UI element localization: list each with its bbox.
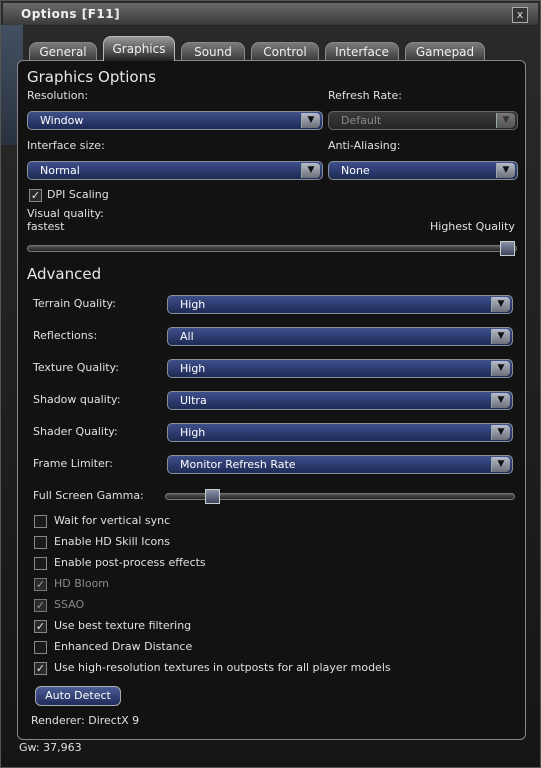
chevron-down-icon: ▼ xyxy=(491,457,510,472)
texture-filtering-label: Use best texture filtering xyxy=(54,619,192,632)
visual-quality-min-label: fastest xyxy=(27,220,65,233)
hd-bloom-checkbox: ✓ xyxy=(34,578,47,591)
resolution-dropdown[interactable]: Window ▼ xyxy=(27,111,323,130)
chevron-down-icon: ▼ xyxy=(491,393,510,408)
auto-detect-button[interactable]: Auto Detect xyxy=(35,686,121,706)
terrain-quality-label: Terrain Quality: xyxy=(33,297,116,310)
draw-distance-label: Enhanced Draw Distance xyxy=(54,640,193,653)
shader-quality-dropdown[interactable]: High ▼ xyxy=(167,423,513,442)
visual-quality-slider[interactable] xyxy=(27,245,517,252)
graphics-heading: Graphics Options xyxy=(27,68,156,86)
window-title: Options [F11] xyxy=(21,7,121,21)
interface-size-dropdown[interactable]: Normal ▼ xyxy=(27,161,323,180)
shadow-quality-label: Shadow quality: xyxy=(33,393,121,406)
texture-quality-dropdown[interactable]: High ▼ xyxy=(167,359,513,378)
reflections-value: All xyxy=(180,330,194,343)
gold-amount: Gw: 37,963 xyxy=(19,741,82,754)
anti-aliasing-label: Anti-Aliasing: xyxy=(328,139,401,152)
close-icon[interactable]: x xyxy=(512,7,528,23)
refresh-rate-value: Default xyxy=(341,114,382,127)
hd-skill-icons-checkbox[interactable] xyxy=(34,536,47,549)
chevron-down-icon: ▼ xyxy=(301,113,320,128)
chevron-down-icon: ▼ xyxy=(491,425,510,440)
vsync-checkbox[interactable] xyxy=(34,515,47,528)
anti-aliasing-dropdown[interactable]: None ▼ xyxy=(328,161,518,180)
anti-aliasing-value: None xyxy=(341,164,370,177)
texture-quality-value: High xyxy=(180,362,206,375)
visual-quality-max-label: Highest Quality xyxy=(430,220,515,233)
terrain-quality-dropdown[interactable]: High ▼ xyxy=(167,295,513,314)
tab-gamepad[interactable]: Gamepad xyxy=(405,42,485,60)
reflections-dropdown[interactable]: All ▼ xyxy=(167,327,513,346)
ssao-label: SSAO xyxy=(54,598,85,611)
post-process-checkbox[interactable] xyxy=(34,557,47,570)
draw-distance-checkbox[interactable] xyxy=(34,641,47,654)
tab-graphics[interactable]: Graphics xyxy=(103,36,175,61)
options-window: Options [F11] x General Graphics Sound C… xyxy=(0,0,541,768)
shadow-quality-dropdown[interactable]: Ultra ▼ xyxy=(167,391,513,410)
interface-size-value: Normal xyxy=(40,164,80,177)
hd-skill-icons-label: Enable HD Skill Icons xyxy=(54,535,170,548)
dpi-scaling-label: DPI Scaling xyxy=(47,188,109,201)
shader-quality-value: High xyxy=(180,426,206,439)
chevron-down-icon: ▼ xyxy=(496,113,515,128)
refresh-rate-label: Refresh Rate: xyxy=(328,89,402,102)
title-bar[interactable]: Options [F11] x xyxy=(3,3,538,26)
visual-quality-slider-thumb[interactable] xyxy=(500,241,515,256)
tab-general[interactable]: General xyxy=(29,42,97,60)
renderer-text: Renderer: DirectX 9 xyxy=(31,714,140,727)
dpi-scaling-checkbox[interactable]: ✓ xyxy=(29,189,42,202)
ssao-checkbox: ✓ xyxy=(34,599,47,612)
frame-limiter-dropdown[interactable]: Monitor Refresh Rate ▼ xyxy=(167,455,513,474)
frame-limiter-value: Monitor Refresh Rate xyxy=(180,458,296,471)
texture-filtering-checkbox[interactable]: ✓ xyxy=(34,620,47,633)
tab-interface[interactable]: Interface xyxy=(325,42,399,60)
texture-quality-label: Texture Quality: xyxy=(33,361,119,374)
interface-size-label: Interface size: xyxy=(27,139,105,152)
resolution-label: Resolution: xyxy=(27,89,89,102)
visual-quality-label: Visual quality: xyxy=(27,207,104,220)
advanced-heading: Advanced xyxy=(27,265,102,283)
chevron-down-icon: ▼ xyxy=(496,163,515,178)
resolution-value: Window xyxy=(40,114,84,127)
post-process-label: Enable post-process effects xyxy=(54,556,206,569)
gamma-slider-thumb[interactable] xyxy=(205,489,221,504)
shader-quality-label: Shader Quality: xyxy=(33,425,118,438)
chevron-down-icon: ▼ xyxy=(491,297,510,312)
tab-sound[interactable]: Sound xyxy=(181,42,245,60)
vsync-label: Wait for vertical sync xyxy=(54,514,171,527)
hires-outposts-checkbox[interactable]: ✓ xyxy=(34,662,47,675)
reflections-label: Reflections: xyxy=(33,329,98,342)
chevron-down-icon: ▼ xyxy=(301,163,320,178)
terrain-quality-value: High xyxy=(180,298,206,311)
frame-limiter-label: Frame Limiter: xyxy=(33,457,113,470)
shadow-quality-value: Ultra xyxy=(180,394,207,407)
chevron-down-icon: ▼ xyxy=(491,361,510,376)
chevron-down-icon: ▼ xyxy=(491,329,510,344)
hires-outposts-label: Use high-resolution textures in outposts… xyxy=(54,661,391,674)
tab-control[interactable]: Control xyxy=(251,42,319,60)
refresh-rate-dropdown: Default ▼ xyxy=(328,111,518,130)
hd-bloom-label: HD Bloom xyxy=(54,577,110,590)
gamma-label: Full Screen Gamma: xyxy=(33,489,144,502)
